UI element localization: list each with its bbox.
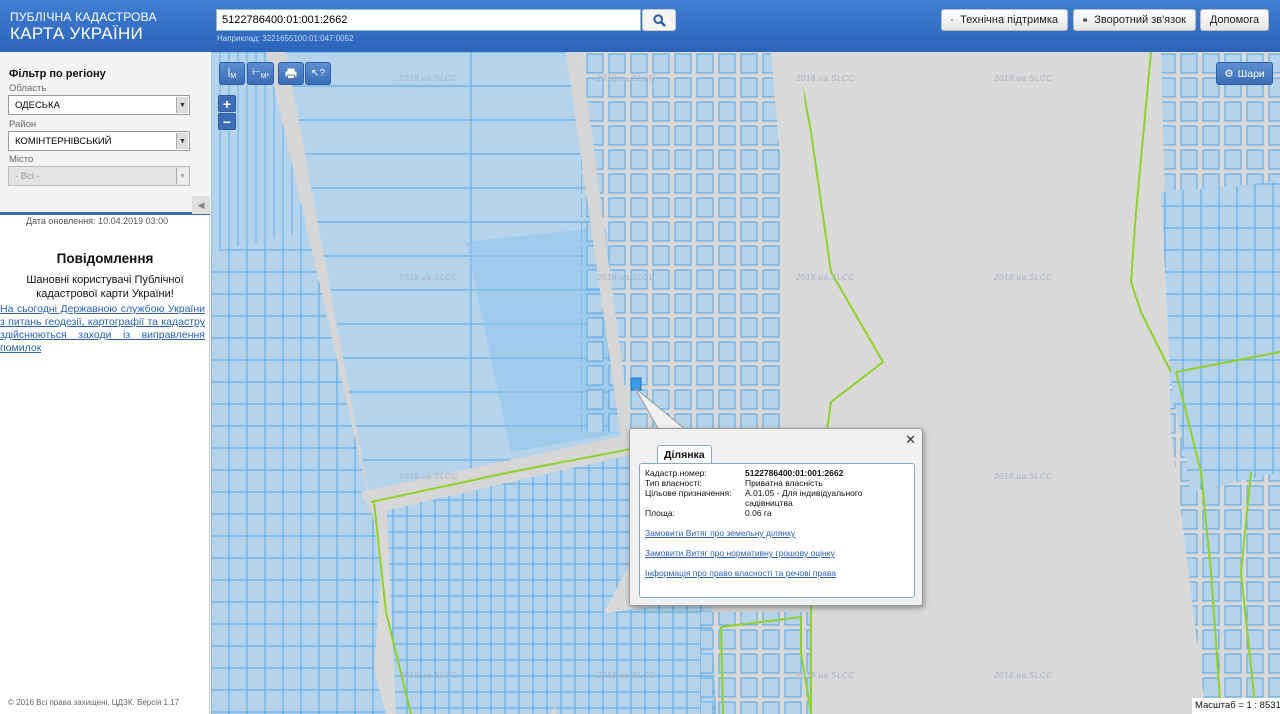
map-layer [211, 52, 1280, 714]
help-label: Допомога [1209, 14, 1260, 26]
watermark: 2018.ua.SLCC [796, 671, 855, 680]
misto-select[interactable]: - Всі - ▼ [8, 166, 190, 186]
row-value: А.01.05 - Для індивідуального садівництв… [745, 488, 863, 508]
measure-distance-button[interactable]: |M [219, 62, 245, 85]
news-link[interactable]: На сьогодні Державною службою України з … [0, 303, 205, 355]
row-key: Кадастр.номер: [645, 468, 707, 478]
rayon-label: Район [9, 119, 37, 130]
zoom-out-button[interactable]: − [218, 113, 236, 130]
watermark: 2018.ua.SLCC [994, 472, 1053, 481]
measure-label: M [230, 73, 237, 80]
order-valuation-link[interactable]: Замовити Витяг про нормативну грошову оц… [645, 548, 835, 558]
region-filter: Фільтр по регіону Область ОДЕСЬКА ▼ Райо… [0, 52, 210, 215]
print-button[interactable] [278, 62, 304, 85]
watermark: 2018.ua.SLCC [796, 273, 855, 282]
watermark: 2018.ua.SLCC [597, 74, 656, 83]
watermark: 2018.ua.SLCC [597, 671, 656, 680]
search-icon [652, 13, 666, 27]
copyright: © 2016 Всі права захищені. ЦДЗК. Версія … [8, 698, 180, 707]
identify-button[interactable]: ↖? [305, 62, 331, 85]
row-value: 5122786400:01:001:2662 [745, 468, 844, 478]
row-key: Площа: [645, 508, 675, 518]
watermark: 2018.ua.SLCC [399, 671, 458, 680]
header: ПУБЛІЧНА КАДАСТРОВА КАРТА УКРАЇНИ Наприк… [0, 0, 1280, 52]
watermark: 2018.ua.SLCC [796, 74, 855, 83]
layers-label: Шари [1237, 67, 1265, 80]
popup-pointer [634, 387, 688, 431]
chevron-down-icon: ▼ [176, 168, 188, 184]
cadastral-search-input[interactable] [216, 9, 641, 31]
watermark: 2018.ua.SLCC [399, 273, 458, 282]
row-value: 0.06 га [745, 508, 772, 518]
row-key: Цільове призначення: [645, 488, 732, 498]
oblast-label: Область [9, 83, 47, 94]
ruler-icon: |M [227, 67, 237, 80]
support-button[interactable]: Технічна підтримка [941, 9, 1068, 31]
gear-icon: ⚙ [1224, 67, 1234, 80]
site-logo[interactable]: ПУБЛІЧНА КАДАСТРОВА КАРТА УКРАЇНИ [10, 11, 157, 42]
watermark: 2018.ua.SLCC [994, 273, 1053, 282]
print-icon [285, 68, 297, 79]
close-icon[interactable]: ✕ [905, 432, 916, 448]
chevron-down-icon: ▼ [176, 133, 188, 149]
tools-icon [951, 18, 954, 22]
envelope-icon [1083, 18, 1088, 22]
cursor-question-icon: ↖? [311, 68, 325, 79]
misto-label: Місто [9, 154, 34, 165]
measure-area-button[interactable]: ⊢M² [247, 62, 274, 85]
parcel-panel: Кадастр.номер: 5122786400:01:001:2662 Ти… [639, 463, 915, 598]
logo-line1: ПУБЛІЧНА КАДАСТРОВА [10, 10, 157, 24]
misto-value: - Всі - [15, 171, 40, 182]
row-key: Тип власності: [645, 478, 702, 488]
filter-title: Фільтр по регіону [9, 68, 106, 80]
chevron-down-icon: ▼ [176, 97, 188, 113]
support-label: Технічна підтримка [960, 14, 1058, 26]
watermark: 2018.ua.SLCC [597, 273, 656, 282]
watermark: 2018.ua.SLCC [399, 74, 458, 83]
tab-parcel[interactable]: Ділянка [657, 445, 712, 464]
help-button[interactable]: Допомога [1200, 9, 1269, 31]
ownership-info-link[interactable]: Інформація про право власності та речові… [645, 568, 836, 578]
order-extract-link[interactable]: Замовити Витяг про земельну ділянку [645, 528, 795, 538]
news-title: Повідомлення [56, 251, 154, 266]
search-button[interactable] [642, 9, 676, 31]
area-icon: ⊢M² [252, 67, 269, 80]
update-date: Дата оновлення: 10.04.2019 03:00 [26, 216, 169, 226]
row-value: Приватна власність [745, 478, 823, 488]
oblast-select[interactable]: ОДЕСЬКА ▼ [8, 95, 190, 115]
parcel-info-popup: ✕ Ділянка Кадастр.номер: 5122786400:01:0… [629, 428, 923, 606]
collapse-sidebar-button[interactable]: ◀ [192, 196, 210, 214]
rayon-value: КОМІНТЕРНІВСЬКИЙ [15, 136, 112, 147]
layers-button[interactable]: ⚙ Шари [1216, 62, 1273, 85]
news-greeting: Шановні користувачі Публічної кадастрово… [26, 274, 184, 300]
sidebar: Фільтр по регіону Область ОДЕСЬКА ▼ Райо… [0, 52, 210, 714]
area-label: M² [260, 73, 269, 80]
zoom-in-button[interactable]: + [218, 95, 236, 112]
logo-line2: КАРТА УКРАЇНИ [10, 24, 144, 43]
watermark: 2018.ua.SLCC [994, 671, 1053, 680]
feedback-button[interactable]: Зворотний зв'язок [1073, 9, 1196, 31]
watermark: 2018.ua.SLCC [994, 74, 1053, 83]
watermark: 2018.ua.SLCC [399, 472, 458, 481]
search-hint: Наприклад: 3221655100:01:047:0052 [217, 34, 354, 43]
feedback-label: Зворотний зв'язок [1094, 14, 1186, 26]
rayon-select[interactable]: КОМІНТЕРНІВСЬКИЙ ▼ [8, 131, 190, 151]
map-canvas[interactable]: 2018.ua.SLCC 2018.ua.SLCC 2018.ua.SLCC 2… [211, 52, 1280, 714]
map-scale: Масштаб = 1 : 8531 [1192, 698, 1280, 714]
oblast-value: ОДЕСЬКА [15, 100, 60, 111]
